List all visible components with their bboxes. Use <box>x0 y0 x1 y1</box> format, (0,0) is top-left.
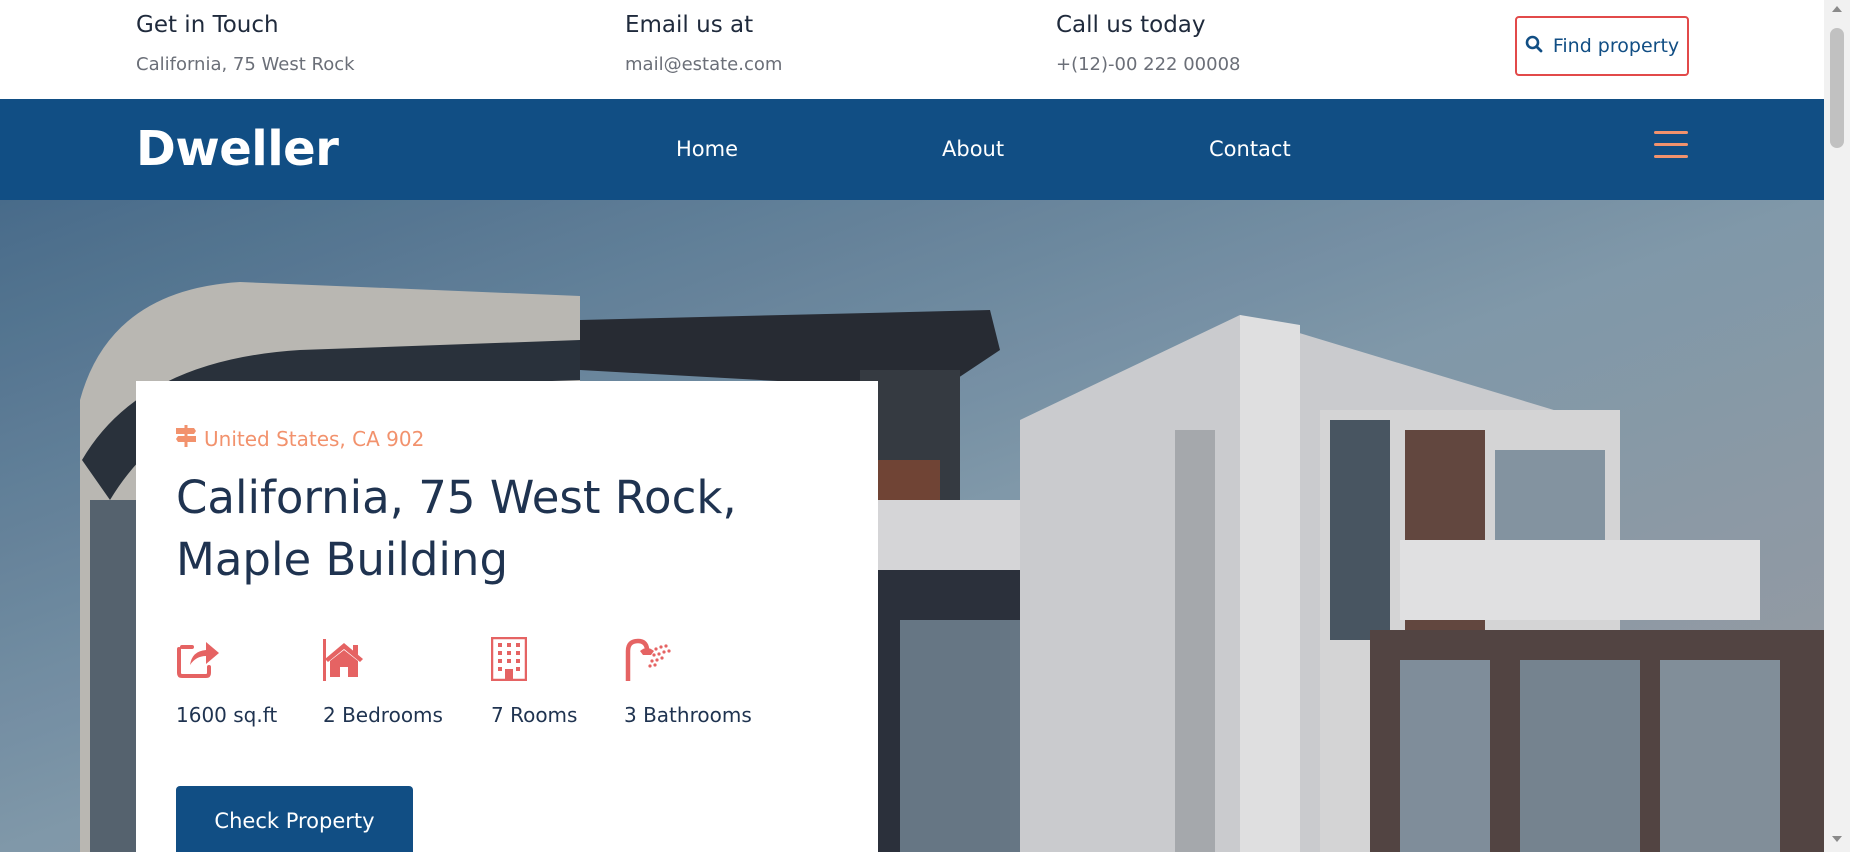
search-icon <box>1525 35 1543 58</box>
feature-area-label: 1600 sq.ft <box>176 703 278 727</box>
signpost-icon <box>176 425 196 452</box>
touch-address: California, 75 West Rock <box>136 54 355 75</box>
feature-rooms-label: 7 Rooms <box>491 703 578 727</box>
top-info-bar: Get in Touch California, 75 West Rock Em… <box>0 0 1824 99</box>
share-square-icon <box>176 637 277 683</box>
feature-area: 1600 sq.ft <box>176 637 277 727</box>
shower-icon <box>624 637 752 683</box>
feature-bedrooms-label: 2 Bedrooms <box>323 703 443 727</box>
home-icon <box>323 637 443 683</box>
check-property-button[interactable]: Check Property <box>176 786 413 852</box>
scroll-down-arrow-icon[interactable] <box>1832 836 1842 842</box>
nav-link-about[interactable]: About <box>942 137 1004 161</box>
feature-rooms: 7 Rooms <box>490 636 578 727</box>
feature-bathrooms: 3 Bathrooms <box>624 637 752 727</box>
main-navbar: Dweller Home About Contact <box>0 99 1824 200</box>
contact-phone: Call us today +(12)-00 222 00008 <box>1056 12 1241 75</box>
feature-bathrooms-label: 3 Bathrooms <box>624 703 752 727</box>
find-property-button[interactable]: Find property <box>1515 16 1689 76</box>
scrollbar-thumb[interactable] <box>1830 28 1844 148</box>
feature-bedrooms: 2 Bedrooms <box>323 637 443 727</box>
scroll-up-arrow-icon[interactable] <box>1832 6 1842 12</box>
contact-touch: Get in Touch California, 75 West Rock <box>136 12 355 75</box>
page-scrollbar[interactable] <box>1824 0 1850 852</box>
location-text: United States, CA 902 <box>204 426 425 451</box>
phone-title: Call us today <box>1056 12 1206 38</box>
building-icon <box>490 636 577 683</box>
phone-number[interactable]: +(12)-00 222 00008 <box>1056 54 1241 75</box>
hamburger-menu-icon[interactable] <box>1654 131 1688 159</box>
property-card: United States, CA 902 California, 75 Wes… <box>136 381 878 852</box>
touch-title: Get in Touch <box>136 12 279 38</box>
property-title: California, 75 West Rock, Maple Building <box>176 471 737 586</box>
site-logo[interactable]: Dweller <box>136 121 339 177</box>
contact-email: Email us at mail@estate.com <box>625 12 782 75</box>
email-title: Email us at <box>625 12 754 38</box>
nav-link-home[interactable]: Home <box>676 137 738 161</box>
find-property-label: Find property <box>1552 35 1680 57</box>
nav-link-contact[interactable]: Contact <box>1209 137 1291 161</box>
property-location: United States, CA 902 <box>176 425 424 452</box>
email-address[interactable]: mail@estate.com <box>625 54 782 75</box>
